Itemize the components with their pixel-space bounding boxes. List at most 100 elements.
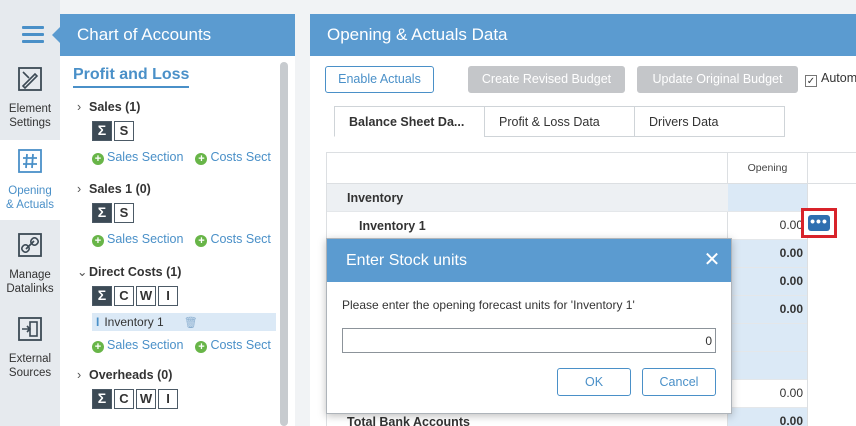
coa-scrollbar[interactable] bbox=[280, 62, 288, 426]
add-sales-section-link[interactable]: + Sales Section bbox=[92, 150, 184, 165]
chevron-right-icon: › bbox=[77, 182, 82, 196]
tab-drivers[interactable]: Drivers Data bbox=[634, 106, 785, 137]
sum-button[interactable]: Σ bbox=[92, 121, 112, 141]
s-button[interactable]: S bbox=[114, 203, 134, 223]
nav-label: Manage bbox=[9, 269, 51, 281]
main-title: Opening & Actuals Data bbox=[310, 14, 856, 56]
checkbox-checked-icon: ✓ bbox=[805, 75, 817, 87]
w-button[interactable]: W bbox=[136, 286, 156, 306]
link-label: Sales Section bbox=[107, 150, 184, 164]
cell-value: 0.00 bbox=[728, 268, 807, 295]
link-label: Costs Sect bbox=[210, 232, 271, 246]
add-sales-section-link[interactable]: + Sales Section bbox=[92, 338, 184, 353]
nav-label: Datalinks bbox=[6, 283, 54, 295]
update-original-budget-button[interactable]: Update Original Budget bbox=[637, 66, 798, 93]
plus-icon: + bbox=[92, 341, 104, 353]
add-costs-section-link[interactable]: + Costs Sect bbox=[195, 232, 271, 247]
group-header[interactable]: › Overheads (0) bbox=[77, 368, 180, 382]
auto-label: Autom bbox=[821, 71, 856, 85]
s-button[interactable]: S bbox=[114, 121, 134, 141]
cancel-button[interactable]: Cancel bbox=[642, 368, 716, 396]
i-button[interactable]: I bbox=[158, 286, 178, 306]
row-label: Inventory bbox=[347, 191, 404, 205]
ok-button[interactable]: OK bbox=[557, 368, 631, 396]
plus-icon: + bbox=[195, 235, 208, 247]
group-header[interactable]: › Sales 1 (0) bbox=[77, 182, 283, 196]
sum-button[interactable]: Σ bbox=[92, 203, 112, 223]
cell-value bbox=[728, 324, 807, 351]
item-marker-icon: I bbox=[96, 315, 100, 329]
chart-of-accounts-panel: Chart of Accounts Profit and Loss › Sales… bbox=[52, 14, 295, 426]
close-icon[interactable]: ✕ bbox=[703, 250, 721, 270]
c-button[interactable]: C bbox=[114, 389, 134, 409]
column-divider bbox=[807, 153, 808, 426]
ellipsis-icon: ••• bbox=[808, 214, 830, 231]
tab-balance-sheet[interactable]: Balance Sheet Da... bbox=[334, 106, 485, 137]
plus-icon: + bbox=[92, 153, 104, 165]
cell-value: 0.00 bbox=[728, 408, 807, 426]
nav-opening-actuals[interactable]: Opening & Actuals bbox=[0, 140, 60, 220]
nav-manage-datalinks[interactable]: Manage Datalinks bbox=[0, 232, 60, 300]
plus-icon: + bbox=[195, 341, 208, 353]
nav-label: Opening bbox=[8, 185, 52, 197]
trash-icon[interactable]: 🗑 bbox=[184, 317, 198, 329]
cell-value bbox=[728, 184, 807, 211]
group-header[interactable]: › Sales (1) bbox=[77, 100, 283, 114]
more-options-button[interactable]: ••• bbox=[801, 208, 837, 238]
nav-label: & Actuals bbox=[6, 199, 54, 211]
sum-button[interactable]: Σ bbox=[92, 286, 112, 306]
cell-value[interactable]: 0.00 bbox=[728, 380, 807, 407]
add-sales-section-link[interactable]: + Sales Section bbox=[92, 232, 184, 247]
link-label: Sales Section bbox=[107, 232, 184, 246]
chevron-right-icon: › bbox=[77, 368, 82, 382]
coa-group-sales-1: › Sales 1 (0) ΣS + Sales Section + Costs Sec… bbox=[77, 182, 283, 247]
cell-value: 0.00 bbox=[728, 240, 807, 267]
hamburger-menu-icon[interactable] bbox=[22, 26, 44, 44]
chevron-right-icon: › bbox=[77, 100, 82, 114]
group-header[interactable]: ⌄ Direct Costs (1) bbox=[77, 264, 283, 279]
cell-value[interactable]: 0.00 bbox=[728, 212, 807, 239]
pencil-ruler-icon bbox=[18, 67, 42, 91]
plus-icon: + bbox=[195, 153, 208, 165]
grid-row-inventory-1: Inventory 1 0.00 bbox=[327, 212, 807, 240]
link-label: Costs Sect bbox=[210, 338, 271, 352]
nav-label: External bbox=[8, 353, 52, 365]
group-title: Sales 1 (0) bbox=[89, 182, 151, 196]
coa-title: Chart of Accounts bbox=[52, 14, 295, 56]
nav-element-settings[interactable]: Element Settings bbox=[0, 64, 60, 136]
coa-group-overheads: › Overheads (0) ΣCWI bbox=[77, 368, 180, 410]
stock-units-input[interactable] bbox=[342, 328, 716, 353]
enter-stock-units-dialog: Enter Stock units ✕ Please enter the ope… bbox=[326, 238, 732, 414]
tab-profit-loss[interactable]: Profit & Loss Data bbox=[484, 106, 635, 137]
link-label: Costs Sect bbox=[210, 150, 271, 164]
item-label: Inventory 1 bbox=[104, 315, 164, 329]
c-button[interactable]: C bbox=[114, 286, 134, 306]
dialog-title: Enter Stock units bbox=[346, 252, 467, 269]
nav-label: Settings bbox=[9, 117, 51, 129]
nav-external-sources[interactable]: External Sources bbox=[0, 316, 60, 384]
enable-actuals-button[interactable]: Enable Actuals bbox=[325, 66, 434, 93]
add-costs-section-link[interactable]: + Costs Sect bbox=[195, 338, 271, 353]
dialog-header: Enter Stock units ✕ bbox=[327, 239, 731, 282]
cell-value bbox=[728, 352, 807, 379]
opening-column-header: Opening bbox=[747, 162, 788, 174]
create-revised-budget-button[interactable]: Create Revised Budget bbox=[468, 66, 625, 93]
group-title: Direct Costs (1) bbox=[89, 265, 182, 279]
grid-row-inventory: Inventory bbox=[327, 184, 807, 212]
dialog-message: Please enter the opening forecast units … bbox=[342, 298, 635, 312]
link-icon bbox=[18, 233, 42, 257]
inventory-item[interactable]: I Inventory 1 🗑 bbox=[92, 313, 276, 331]
plus-icon: + bbox=[92, 235, 104, 247]
sum-button[interactable]: Σ bbox=[92, 389, 112, 409]
nav-label: Element bbox=[8, 103, 52, 115]
auto-checkbox[interactable]: ✓ Autom bbox=[805, 71, 856, 87]
add-costs-section-link[interactable]: + Costs Sect bbox=[195, 150, 271, 165]
link-label: Sales Section bbox=[107, 338, 184, 352]
i-button[interactable]: I bbox=[158, 389, 178, 409]
w-button[interactable]: W bbox=[136, 389, 156, 409]
profit-and-loss-title[interactable]: Profit and Loss bbox=[73, 66, 190, 88]
import-icon bbox=[18, 317, 42, 341]
hash-icon bbox=[18, 149, 42, 173]
group-title: Sales (1) bbox=[89, 100, 141, 114]
left-nav: Element Settings Opening & Actuals Manag… bbox=[0, 0, 60, 426]
